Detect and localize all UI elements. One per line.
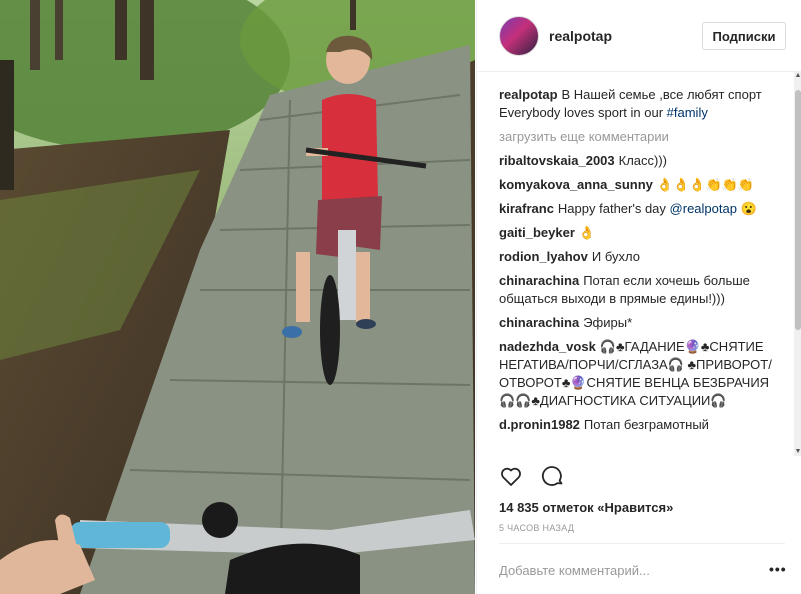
comment-username[interactable]: gaiti_beyker bbox=[499, 225, 575, 240]
post-details-panel: realpotap Подписки realpotap В Нашей семь… bbox=[476, 0, 801, 594]
comment-username[interactable]: komyakova_anna_sunny bbox=[499, 177, 653, 192]
divider bbox=[499, 543, 785, 544]
scroll-up-arrow-icon[interactable]: ▲ bbox=[794, 72, 801, 80]
comment-username[interactable]: chinarachina bbox=[499, 315, 579, 330]
comment-item: nadezhda_vosk 🎧♣ГАДАНИЕ🔮♣СНЯТИЕ НЕГАТИВА/… bbox=[499, 338, 775, 410]
comment-text: Класс))) bbox=[618, 153, 668, 168]
likes-count[interactable]: 14 835 отметок «Нравится» bbox=[499, 500, 673, 515]
post-header: realpotap Подписки bbox=[477, 0, 801, 72]
caption-username[interactable]: realpotap bbox=[499, 87, 558, 102]
comment-item: komyakova_anna_sunny 👌👌👌👏👏👏 bbox=[499, 176, 775, 194]
comment-item: chinarachina Потап если хочешь больше общ… bbox=[499, 272, 775, 308]
comment-username[interactable]: ribaltovskaia_2003 bbox=[499, 153, 615, 168]
add-comment-input[interactable]: Добавьте комментарий... bbox=[499, 563, 650, 578]
comment-text: 👌👌👌👏👏👏 bbox=[656, 177, 755, 192]
scroll-down-arrow-icon[interactable]: ▼ bbox=[794, 448, 801, 456]
comment-mention[interactable]: @realpotap bbox=[670, 201, 737, 216]
comment-icon[interactable] bbox=[541, 464, 565, 488]
comment-item: kirafranc Happy father's day @realpotap 😮 bbox=[499, 200, 775, 218]
comment-username[interactable]: kirafranc bbox=[499, 201, 554, 216]
comments-scrollbar[interactable]: ▲ ▼ bbox=[794, 72, 801, 456]
comment-item: gaiti_beyker 👌 bbox=[499, 224, 775, 242]
scrollbar-thumb[interactable] bbox=[795, 90, 801, 330]
header-username[interactable]: realpotap bbox=[549, 28, 612, 44]
post-photo[interactable] bbox=[0, 0, 475, 594]
load-more-comments[interactable]: загрузить еще комментарии bbox=[499, 128, 775, 146]
heart-icon[interactable] bbox=[499, 464, 523, 488]
comment-item: d.pronin1982 Потап безграмотный bbox=[499, 416, 775, 434]
comment-text: Эфиры* bbox=[583, 315, 633, 330]
comment-text: Потап безграмотный bbox=[583, 417, 709, 432]
comment-text: И бухло bbox=[591, 249, 640, 264]
photo-illustration bbox=[0, 0, 475, 594]
comment-item: ribaltovskaia_2003 Класс))) bbox=[499, 152, 775, 170]
post-timestamp: 5 ЧАСОВ НАЗАД bbox=[499, 523, 575, 533]
comment-username[interactable]: nadezhda_vosk bbox=[499, 339, 596, 354]
following-button[interactable]: Подписки bbox=[702, 22, 786, 50]
comment-item: chinarachina Эфиры* bbox=[499, 314, 775, 332]
comment-username[interactable]: chinarachina bbox=[499, 273, 579, 288]
comment-text: 👌 bbox=[578, 225, 596, 240]
comment-username[interactable]: rodion_lyahov bbox=[499, 249, 588, 264]
comment-emoji: 😮 bbox=[740, 201, 757, 216]
comment-username[interactable]: d.pronin1982 bbox=[499, 417, 580, 432]
more-options-icon[interactable]: ••• bbox=[769, 561, 787, 577]
avatar[interactable] bbox=[499, 16, 539, 56]
comments-list: realpotap В Нашей семье ,все любят спорт … bbox=[499, 86, 775, 454]
caption-hashtag[interactable]: #family bbox=[667, 105, 708, 120]
comment-text: Happy father's day bbox=[557, 201, 666, 216]
caption: realpotap В Нашей семье ,все любят спорт … bbox=[499, 86, 775, 122]
comment-item: rodion_lyahov И бухло bbox=[499, 248, 775, 266]
